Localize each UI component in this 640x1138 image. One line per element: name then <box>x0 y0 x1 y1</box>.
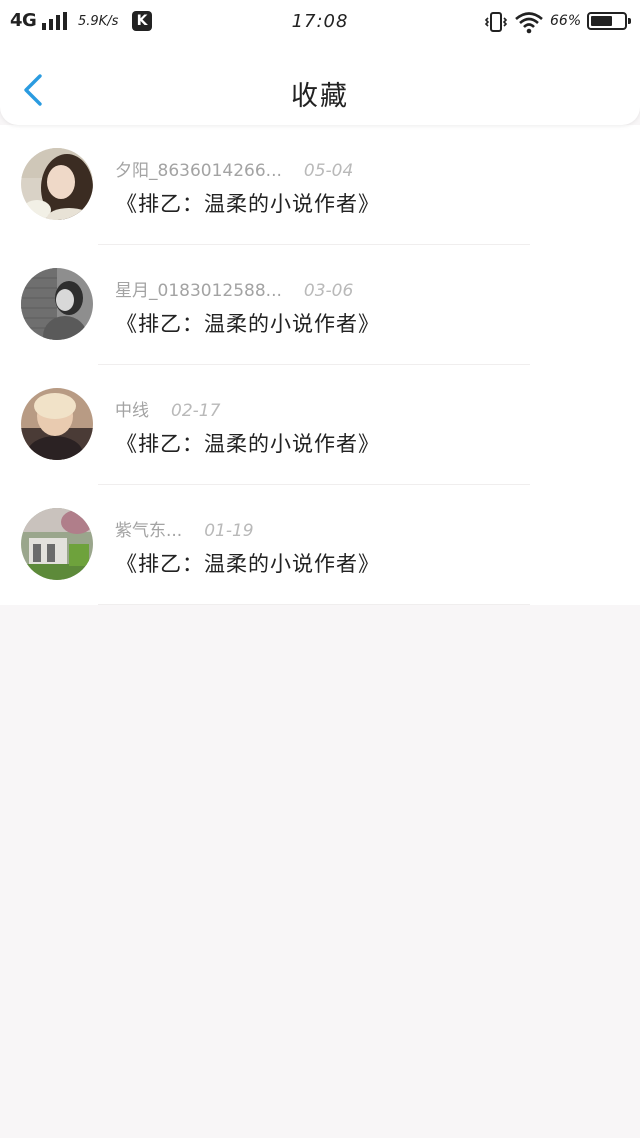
divider <box>98 604 530 605</box>
favorite-author: 中线 <box>115 401 149 421</box>
favorite-author: 夕阳_8636014266... <box>115 161 282 181</box>
favorite-meta: 夕阳_8636014266... 05-04 <box>115 156 353 181</box>
battery-icon <box>587 12 631 30</box>
battery-level <box>591 16 612 26</box>
avatar[interactable] <box>21 148 93 220</box>
favorite-meta: 星月_0183012588... 03-06 <box>115 276 353 301</box>
top-bar: 4G 5.9K/s K 17:08 66% 收藏 <box>0 0 640 125</box>
avatar[interactable] <box>21 508 93 580</box>
favorite-date: 01-19 <box>204 521 254 541</box>
page-title: 收藏 <box>291 81 349 112</box>
favorite-title[interactable]: 《排乙：温柔的小说作者》 <box>116 428 380 458</box>
favorite-date: 02-17 <box>171 401 221 421</box>
favorite-author: 星月_0183012588... <box>115 281 282 301</box>
wifi-icon <box>515 12 543 34</box>
status-time: 17:08 <box>291 11 349 32</box>
favorites-list: 夕阳_8636014266... 05-04 《排乙：温柔的小说作者》 星月_01… <box>0 125 640 605</box>
favorite-date: 05-04 <box>303 161 354 181</box>
favorite-meta: 紫气东... 01-19 <box>115 516 254 541</box>
favorite-item[interactable]: 夕阳_8636014266... 05-04 《排乙：温柔的小说作者》 <box>0 125 640 245</box>
status-bar: 4G 5.9K/s K 17:08 66% <box>0 0 640 44</box>
avatar[interactable] <box>21 268 93 340</box>
favorite-author: 紫气东... <box>115 521 183 541</box>
favorite-title[interactable]: 《排乙：温柔的小说作者》 <box>116 308 380 338</box>
favorite-item[interactable]: 紫气东... 01-19 《排乙：温柔的小说作者》 <box>0 485 640 605</box>
favorite-meta: 中线 02-17 <box>115 396 220 421</box>
favorite-item[interactable]: 星月_0183012588... 03-06 《排乙：温柔的小说作者》 <box>0 245 640 365</box>
favorite-title[interactable]: 《排乙：温柔的小说作者》 <box>116 188 380 218</box>
favorite-date: 03-06 <box>303 281 354 301</box>
avatar[interactable] <box>21 388 93 460</box>
battery-percent: 66% <box>550 13 582 29</box>
favorite-item[interactable]: 中线 02-17 《排乙：温柔的小说作者》 <box>0 365 640 485</box>
vibrate-icon <box>484 12 508 32</box>
nav-bar: 收藏 <box>0 44 640 125</box>
favorite-title[interactable]: 《排乙：温柔的小说作者》 <box>116 548 380 578</box>
battery-tip <box>628 18 631 24</box>
